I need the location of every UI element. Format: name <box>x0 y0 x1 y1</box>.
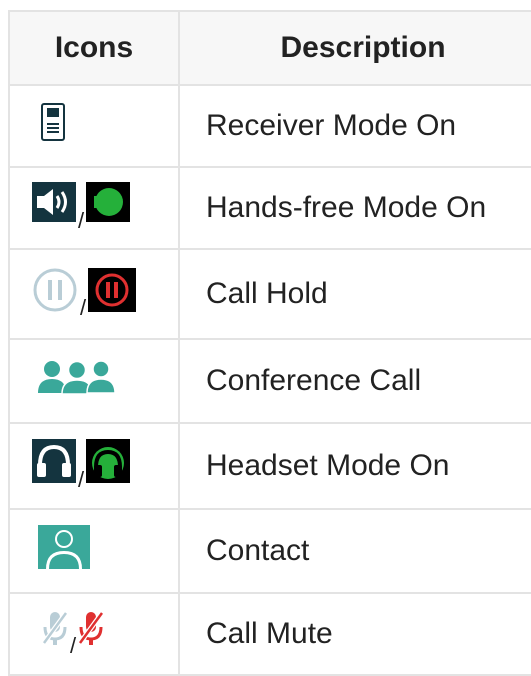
headset-icon <box>32 439 76 491</box>
pause-active-icon <box>88 267 137 320</box>
icon-cell: / <box>8 422 180 510</box>
icon-separator: / <box>80 295 87 321</box>
header-description: Description <box>178 10 531 86</box>
icon-description-table: Icons Description Receiver Mode On / Han… <box>8 10 531 676</box>
headset-active-icon <box>86 439 131 491</box>
row-description: Hands-free Mode On <box>178 166 531 250</box>
pause-icon <box>32 267 78 321</box>
icon-cell <box>8 84 180 168</box>
row-description: Call Hold <box>178 248 531 340</box>
row-description: Conference Call <box>178 338 531 424</box>
table-row: / Headset Mode On <box>8 422 531 510</box>
icon-separator: / <box>70 633 77 659</box>
icon-cell: / <box>8 166 180 250</box>
speaker-icon <box>32 182 76 230</box>
table-row: / Call Hold <box>8 248 531 340</box>
icon-cell <box>8 508 180 594</box>
table-row: / Hands-free Mode On <box>8 166 531 250</box>
table-header-row: Icons Description <box>8 10 531 86</box>
icon-cell: / <box>8 248 180 340</box>
table-row: / Call Mute <box>8 592 531 676</box>
speaker-active-icon <box>86 182 131 230</box>
icon-separator: / <box>78 207 85 233</box>
header-icons: Icons <box>8 10 180 86</box>
table-row: Conference Call <box>8 338 531 424</box>
row-description: Call Mute <box>178 592 531 676</box>
contact-icon <box>38 525 90 577</box>
row-description: Contact <box>178 508 531 594</box>
conference-icon <box>38 359 116 403</box>
table-row: Contact <box>8 508 531 594</box>
mic-muted-icon <box>41 609 69 655</box>
table-row: Receiver Mode On <box>8 84 531 168</box>
row-description: Headset Mode On <box>178 422 531 510</box>
icon-cell <box>8 338 180 424</box>
icon-cell: / <box>8 592 180 676</box>
row-description: Receiver Mode On <box>178 84 531 168</box>
icon-separator: / <box>78 466 85 492</box>
receiver-icon <box>41 103 65 149</box>
mic-muted-active-icon <box>78 609 105 655</box>
